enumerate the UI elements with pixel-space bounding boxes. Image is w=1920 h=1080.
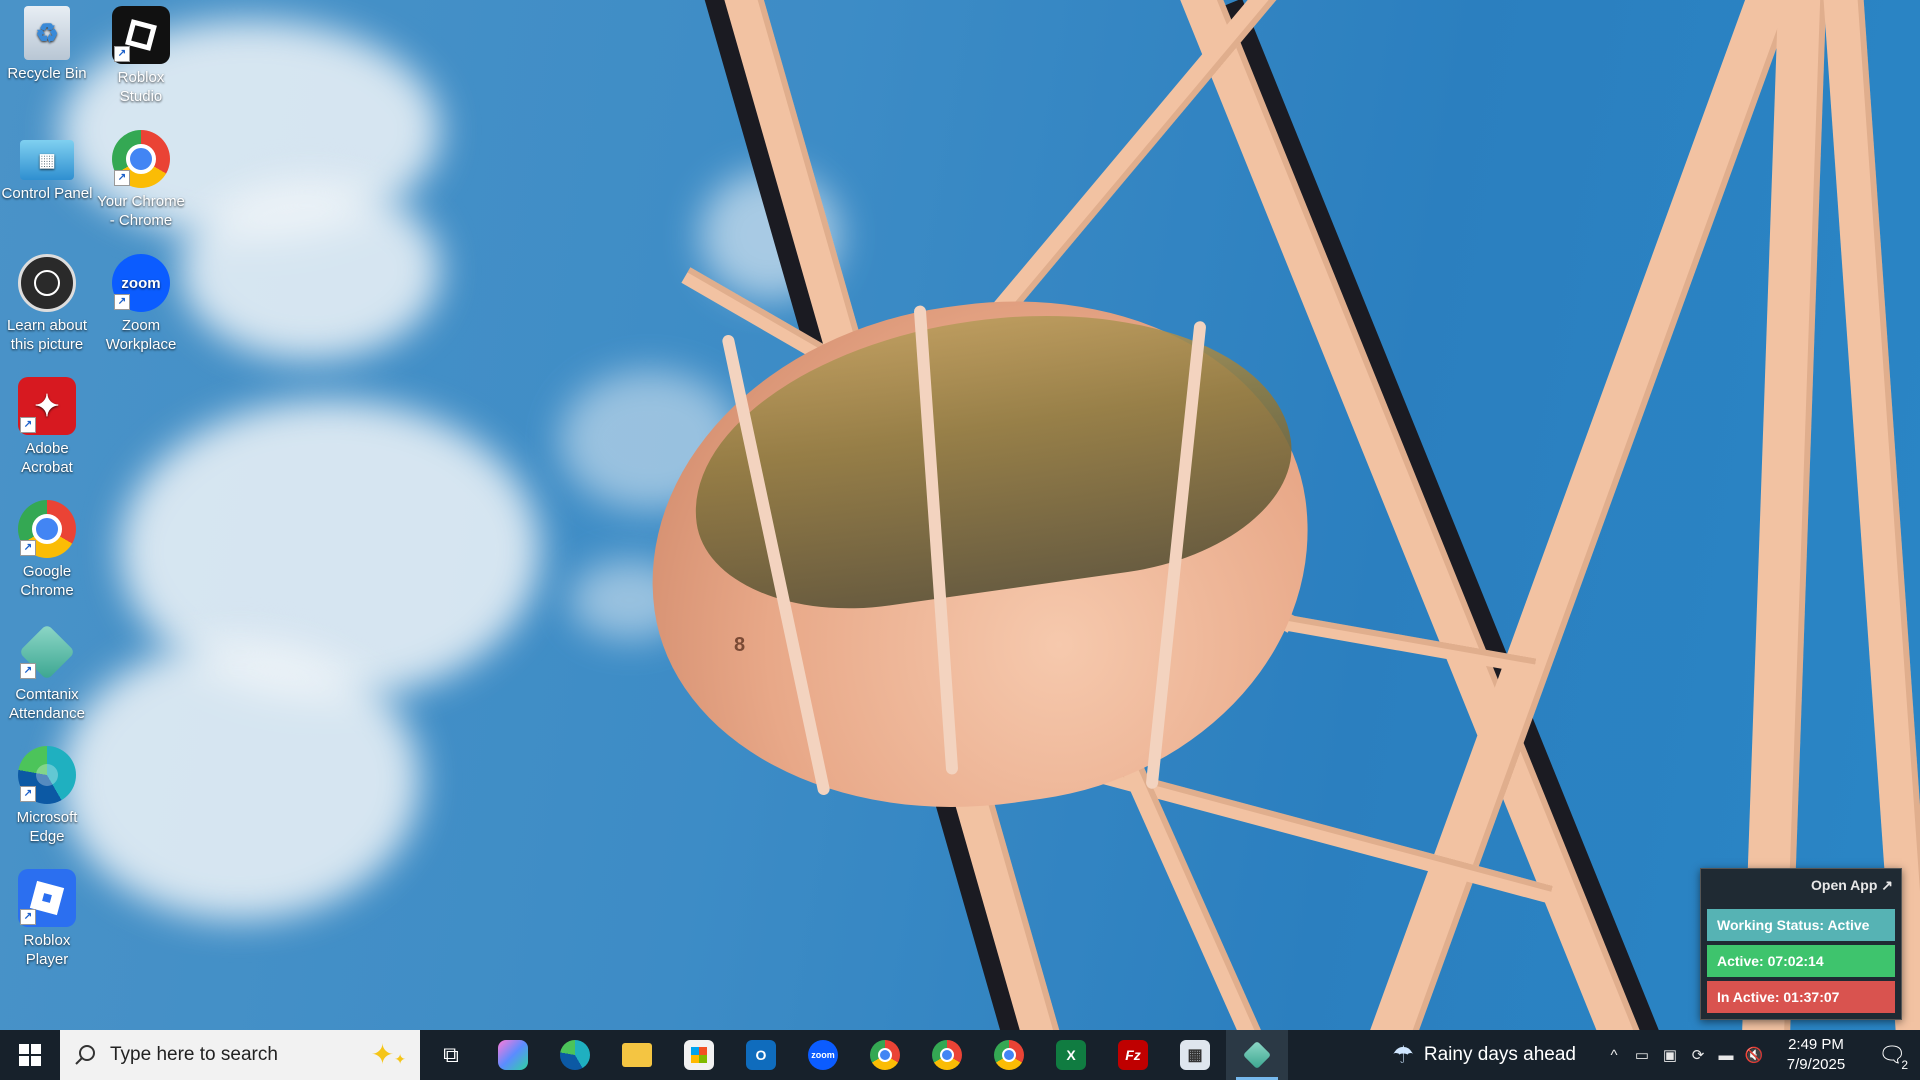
zoom-icon: zoom ↗ <box>112 254 170 312</box>
meet-now-icon[interactable]: ▣ <box>1656 1046 1684 1064</box>
start-button[interactable] <box>0 1030 60 1080</box>
task-view-icon: ⧉ <box>443 1042 459 1067</box>
desktop-icon-roblox-studio[interactable]: ↗ Roblox Studio <box>95 6 187 106</box>
comtanix-icon <box>1242 1040 1272 1070</box>
notification-center-button[interactable]: 🗨 2 <box>1864 1030 1920 1080</box>
taskbar-chrome-3[interactable] <box>978 1030 1040 1080</box>
taskbar-excel[interactable]: X <box>1040 1030 1102 1080</box>
desktop-icon-label: Roblox Player <box>23 932 71 968</box>
taskbar-clock[interactable]: 2:49 PM 7/9/2025 <box>1768 1035 1864 1075</box>
inactive-time: In Active: 01:37:07 <box>1707 981 1895 1013</box>
search-placeholder: Type here to search <box>110 1044 278 1065</box>
filezilla-icon: Fz <box>1118 1040 1148 1070</box>
store-icon <box>684 1040 714 1070</box>
edge-icon <box>560 1040 590 1070</box>
desktop-icon-control-panel[interactable]: ▦ Control Panel <box>1 130 93 203</box>
desktop-icon-label: Comtanix Attendance <box>9 686 85 722</box>
desktop-icon-learn-about-picture[interactable]: Learn about this picture <box>1 254 93 354</box>
chevron-up-icon[interactable]: ^ <box>1600 1047 1628 1064</box>
taskbar-file-explorer[interactable] <box>606 1030 668 1080</box>
chrome-icon <box>932 1040 962 1070</box>
adobe-acrobat-icon: ✦ ↗ <box>18 377 76 435</box>
desktop-icon-recycle-bin[interactable]: ♻ Recycle Bin <box>1 6 93 83</box>
taskbar-calculator[interactable]: ▦ <box>1164 1030 1226 1080</box>
taskbar-comtanix-attendance[interactable] <box>1226 1030 1288 1080</box>
chrome-profile-icon: ↗ <box>112 130 170 188</box>
desktop-icon-label: Google Chrome <box>20 563 74 599</box>
desktop-icon-label: Microsoft Edge <box>16 809 78 845</box>
umbrella-rain-icon: ☂ <box>1392 1041 1414 1069</box>
shortcut-arrow-icon: ↗ <box>114 46 130 62</box>
control-panel-icon: ▦ <box>20 140 74 180</box>
desktop-icon-label: Recycle Bin <box>7 65 87 82</box>
shortcut-arrow-icon: ↗ <box>114 294 130 310</box>
shortcut-arrow-icon: ↗ <box>20 417 36 433</box>
desktop-icon-roblox-player[interactable]: ↗ Roblox Player <box>1 869 93 969</box>
battery-icon[interactable]: ▬ <box>1712 1047 1740 1064</box>
search-icon <box>75 1045 95 1065</box>
chrome-icon: ↗ <box>18 500 76 558</box>
taskbar-chrome-1[interactable] <box>854 1030 916 1080</box>
notification-count: 2 <box>1899 1058 1910 1072</box>
taskbar-microsoft-store[interactable] <box>668 1030 730 1080</box>
open-app-link[interactable]: Open App ↗ <box>1811 877 1893 894</box>
taskbar-edge[interactable] <box>544 1030 606 1080</box>
clock-date: 7/9/2025 <box>1786 1056 1846 1073</box>
windows-icon <box>19 1044 41 1066</box>
working-status: Working Status: Active <box>1707 909 1895 941</box>
desktop-wallpaper: 8 <box>0 0 1920 1030</box>
taskbar-outlook[interactable]: O <box>730 1030 792 1080</box>
speaker-muted-icon[interactable]: 🔇 <box>1740 1046 1768 1064</box>
outlook-icon: O <box>746 1040 776 1070</box>
desktop-icon-label: Zoom Workplace <box>105 317 177 353</box>
desktop-icon-google-chrome[interactable]: ↗ Google Chrome <box>1 500 93 600</box>
task-view-button[interactable]: ⧉ <box>420 1030 482 1080</box>
network-icon[interactable]: ▭ <box>1628 1046 1656 1064</box>
desktop-icon-label: Adobe Acrobat <box>21 440 73 476</box>
clock-time: 2:49 PM <box>1788 1036 1844 1053</box>
attendance-widget: Open App ↗ Working Status: Active Active… <box>1700 868 1902 1020</box>
copilot-sparkle-icon[interactable]: ✦✦ <box>371 1038 406 1071</box>
active-time: Active: 07:02:14 <box>1707 945 1895 977</box>
roblox-studio-icon: ↗ <box>112 6 170 64</box>
excel-icon: X <box>1056 1040 1086 1070</box>
taskbar-zoom[interactable]: zoom <box>792 1030 854 1080</box>
roblox-player-icon: ↗ <box>18 869 76 927</box>
system-tray: ☂ Rainy days ahead ^ ▭ ▣ ⟳ ▬ 🔇 2:49 PM 7… <box>1392 1030 1920 1080</box>
shortcut-arrow-icon: ↗ <box>20 786 36 802</box>
learn-about-picture-icon <box>18 254 76 312</box>
shortcut-arrow-icon: ↗ <box>114 170 130 186</box>
desktop-icon-label: Control Panel <box>1 185 93 202</box>
taskbar-copilot[interactable] <box>482 1030 544 1080</box>
desktop-icon-microsoft-edge[interactable]: ↗ Microsoft Edge <box>1 746 93 846</box>
taskbar-filezilla[interactable]: Fz <box>1102 1030 1164 1080</box>
edge-icon: ↗ <box>18 746 76 804</box>
desktop-icon-label: Learn about this picture <box>6 317 88 353</box>
taskbar-search-box[interactable]: Type here to search ✦✦ <box>60 1030 420 1080</box>
recycle-bin-icon: ♻ <box>24 6 70 60</box>
comtanix-icon: ↗ <box>18 623 76 681</box>
zoom-icon: zoom <box>808 1040 838 1070</box>
shortcut-arrow-icon: ↗ <box>20 540 36 556</box>
taskbar: Type here to search ✦✦ ⧉ O zoom X Fz ▦ ☂… <box>0 1030 1920 1080</box>
copilot-icon <box>498 1040 528 1070</box>
desktop-icon-adobe-acrobat[interactable]: ✦ ↗ Adobe Acrobat <box>1 377 93 477</box>
desktop-icon-zoom-workplace[interactable]: zoom ↗ Zoom Workplace <box>95 254 187 354</box>
shortcut-arrow-icon: ↗ <box>20 909 36 925</box>
calculator-icon: ▦ <box>1180 1040 1210 1070</box>
desktop-icon-label: Your Chrome - Chrome <box>97 193 185 229</box>
folder-icon <box>622 1043 652 1067</box>
weather-widget[interactable]: ☂ Rainy days ahead <box>1392 1041 1576 1070</box>
weather-text: Rainy days ahead <box>1423 1044 1576 1065</box>
taskbar-chrome-2[interactable] <box>916 1030 978 1080</box>
chrome-icon <box>994 1040 1024 1070</box>
desktop-icon-label: Roblox Studio <box>117 69 165 105</box>
gondola-number: 8 <box>734 634 746 656</box>
desktop-icon-comtanix-attendance[interactable]: ↗ Comtanix Attendance <box>1 623 93 723</box>
shortcut-arrow-icon: ↗ <box>20 663 36 679</box>
chrome-icon <box>870 1040 900 1070</box>
desktop-icon-your-chrome[interactable]: ↗ Your Chrome - Chrome <box>95 130 187 230</box>
sync-icon[interactable]: ⟳ <box>1684 1046 1712 1064</box>
